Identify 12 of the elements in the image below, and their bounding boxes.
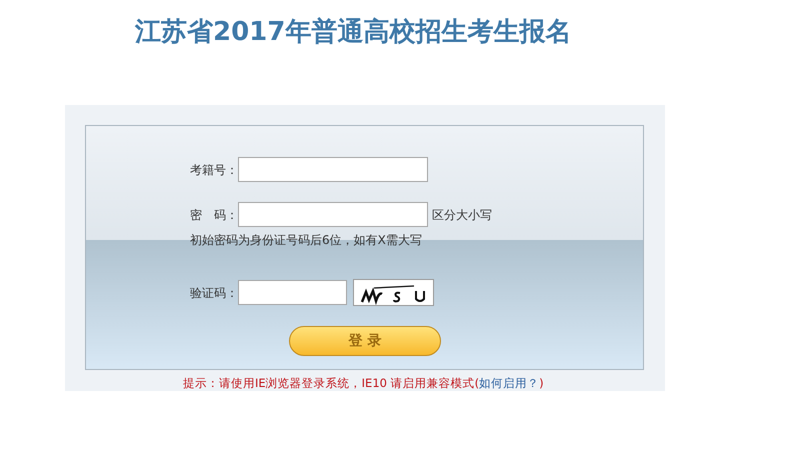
field-label: 考籍号： bbox=[190, 162, 238, 178]
field-note: 区分大小写 bbox=[432, 206, 492, 224]
help-link[interactable]: 如何启用？ bbox=[479, 376, 540, 390]
field-label: 密 码： bbox=[190, 206, 238, 224]
tip-text: 提示：请使用IE浏览器登录系统，IE10 请启用兼容模式(如何启用？) bbox=[183, 375, 544, 392]
page-title: 江苏省2017年普通高校招生考生报名 bbox=[135, 16, 572, 49]
login-button[interactable]: 登 录 bbox=[289, 326, 441, 356]
exam-number-field[interactable] bbox=[238, 157, 428, 182]
password-field[interactable] bbox=[238, 202, 428, 227]
captcha-field[interactable] bbox=[238, 280, 347, 305]
field-label: 验证码： bbox=[190, 284, 238, 302]
password-hint: 初始密码为身份证号码后6位，如有X需大写 bbox=[190, 232, 423, 249]
